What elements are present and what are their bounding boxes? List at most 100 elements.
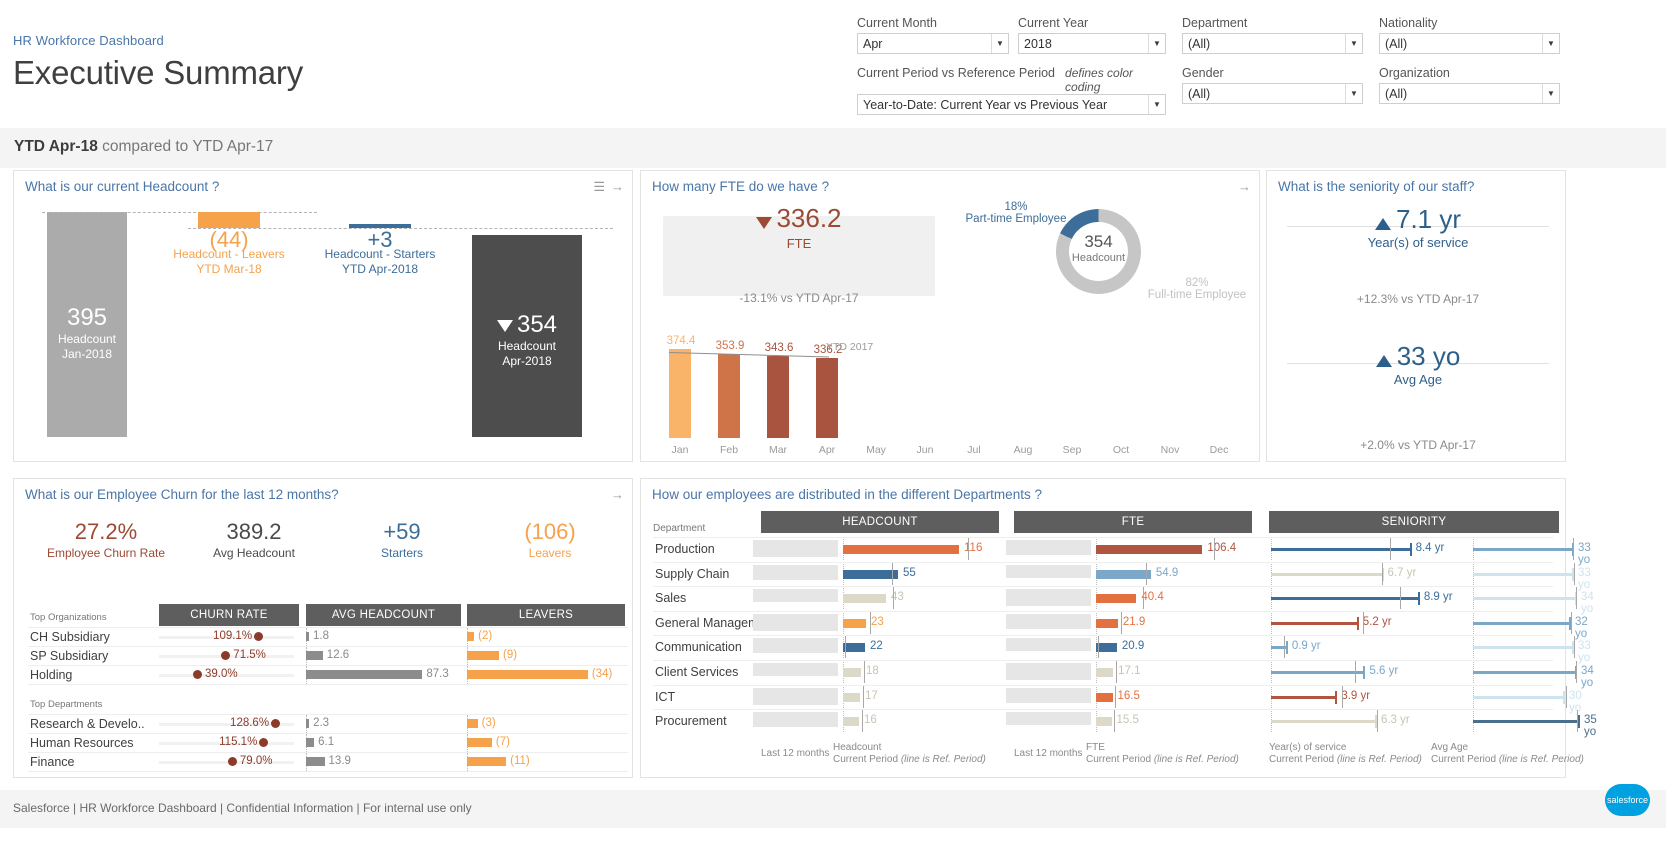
dept-fte-bar[interactable] <box>1096 693 1113 702</box>
dept-service-bar[interactable] <box>1271 720 1375 723</box>
churn-row-label[interactable]: Finance <box>30 755 74 769</box>
chevron-down-icon[interactable]: ▼ <box>1542 84 1559 103</box>
filter-current-month: Current Month Apr ▼ <box>857 16 1009 54</box>
churn-rate-dot[interactable] <box>228 757 237 766</box>
dept-fte-bar[interactable] <box>1096 594 1136 603</box>
dept-age-bar[interactable] <box>1473 696 1563 699</box>
dept-fte-bar[interactable] <box>1096 643 1117 652</box>
dept-column-header[interactable]: FTE <box>1014 511 1252 533</box>
arrow-right-icon[interactable]: → <box>611 487 624 502</box>
dept-row-label[interactable]: Sales <box>655 591 686 605</box>
dept-headcount-reference-tick <box>864 661 865 683</box>
dept-row-label[interactable]: ICT <box>655 690 675 704</box>
churn-column-header[interactable]: AVG HEADCOUNT <box>306 604 461 626</box>
arrow-right-icon[interactable]: → <box>1238 179 1251 194</box>
dept-headcount-bar[interactable] <box>843 668 861 677</box>
fte-month-bar[interactable] <box>718 354 740 438</box>
period-banner: YTD Apr-18 compared to YTD Apr-17 <box>0 128 1666 168</box>
churn-headcount-bar[interactable] <box>306 719 309 728</box>
dept-age-bar[interactable] <box>1473 622 1569 625</box>
churn-column-header[interactable]: CHURN RATE <box>159 604 299 626</box>
dept-row-label[interactable]: General Managem.. <box>655 616 765 630</box>
churn-rate-dot[interactable] <box>271 719 280 728</box>
dept-age-bar[interactable] <box>1473 720 1578 723</box>
dept-service-bar[interactable] <box>1271 548 1410 551</box>
dept-service-bar[interactable] <box>1271 573 1382 576</box>
dept-headcount-bar[interactable] <box>843 545 959 554</box>
chevron-down-icon[interactable]: ▼ <box>1542 34 1559 53</box>
dept-age-bar[interactable] <box>1473 646 1572 649</box>
churn-row-label[interactable]: Human Resources <box>30 736 134 750</box>
dept-age-bar[interactable] <box>1473 548 1572 551</box>
dept-fte-bar[interactable] <box>1096 668 1113 677</box>
churn-leavers-bar[interactable] <box>467 632 474 641</box>
donut-center: 354 Headcount <box>1069 232 1128 264</box>
chevron-down-icon[interactable]: ▼ <box>1148 95 1165 114</box>
dashboard-header: HR Workforce Dashboard Executive Summary… <box>0 0 1666 120</box>
churn-headcount-bar[interactable] <box>306 757 325 766</box>
churn-rate-dot[interactable] <box>193 670 202 679</box>
fte-month-bar[interactable] <box>767 356 789 438</box>
churn-headcount-bar[interactable] <box>306 738 314 747</box>
dept-row-label[interactable]: Communication <box>655 640 742 654</box>
dept-fte-bar[interactable] <box>1096 545 1202 554</box>
churn-row-label[interactable]: Research & Develo.. <box>30 717 145 731</box>
churn-headcount-bar[interactable] <box>306 651 323 660</box>
churn-headcount-bar[interactable] <box>306 632 309 641</box>
panel-departments: How our employees are distributed in the… <box>640 478 1566 778</box>
chevron-down-icon[interactable]: ▼ <box>1345 84 1362 103</box>
dept-row-label[interactable]: Production <box>655 542 715 556</box>
dropdown-current-year[interactable]: 2018 ▼ <box>1018 33 1166 54</box>
hamburger-icon[interactable]: ☰ <box>593 179 605 195</box>
dept-headcount-bar[interactable] <box>843 619 866 628</box>
dept-service-bar[interactable] <box>1271 622 1357 625</box>
dept-age-bar[interactable] <box>1473 597 1575 600</box>
dept-headcount-bar[interactable] <box>843 693 860 702</box>
filter-label-current-month: Current Month <box>857 16 1009 30</box>
dept-age-bar[interactable] <box>1473 671 1575 674</box>
dropdown-organization[interactable]: (All) ▼ <box>1379 83 1560 104</box>
churn-leavers-bar[interactable] <box>467 670 588 679</box>
dept-column-header[interactable]: HEADCOUNT <box>761 511 999 533</box>
dept-service-bar[interactable] <box>1271 696 1335 699</box>
dept-row-label[interactable]: Procurement <box>655 714 727 728</box>
churn-rate-dot[interactable] <box>254 632 263 641</box>
churn-leavers-bar[interactable] <box>467 738 492 747</box>
dept-column-header[interactable]: SENIORITY <box>1269 511 1559 533</box>
churn-row-label[interactable]: CH Subsidiary <box>30 630 110 644</box>
dept-headcount-bar[interactable] <box>843 717 859 726</box>
dept-fte-bar[interactable] <box>1096 717 1112 726</box>
dept-headcount-bar[interactable] <box>843 570 898 579</box>
churn-leavers-bar[interactable] <box>467 651 499 660</box>
dept-headcount-bar[interactable] <box>843 643 865 652</box>
dropdown-department[interactable]: (All) ▼ <box>1182 33 1363 54</box>
churn-row-label[interactable]: Holding <box>30 668 72 682</box>
dropdown-period-comparison[interactable]: Year-to-Date: Current Year vs Previous Y… <box>857 94 1166 115</box>
churn-rate-dot[interactable] <box>221 651 230 660</box>
arrow-right-icon[interactable]: → <box>611 179 624 194</box>
waterfall-bar-leavers[interactable] <box>198 212 260 228</box>
churn-leavers-bar[interactable] <box>467 719 478 728</box>
dept-service-bar[interactable] <box>1271 671 1363 674</box>
dept-headcount-bar[interactable] <box>843 594 886 603</box>
dept-row-label[interactable]: Client Services <box>655 665 738 679</box>
dept-age-bar[interactable] <box>1473 573 1572 576</box>
dropdown-gender[interactable]: (All) ▼ <box>1182 83 1363 104</box>
fte-month-bar[interactable] <box>816 358 838 438</box>
chevron-down-icon[interactable]: ▼ <box>1148 34 1165 53</box>
dropdown-nationality[interactable]: (All) ▼ <box>1379 33 1560 54</box>
fte-month-bar[interactable] <box>669 349 691 438</box>
dept-fte-bar[interactable] <box>1096 570 1151 579</box>
chevron-down-icon[interactable]: ▼ <box>991 34 1008 53</box>
dropdown-current-month[interactable]: Apr ▼ <box>857 33 1009 54</box>
churn-rate-dot[interactable] <box>259 738 268 747</box>
dept-service-bar[interactable] <box>1271 597 1418 600</box>
churn-leavers-bar[interactable] <box>467 757 506 766</box>
dept-fte-bar[interactable] <box>1096 619 1118 628</box>
churn-row-label[interactable]: SP Subsidiary <box>30 649 108 663</box>
dept-row-label[interactable]: Supply Chain <box>655 567 729 581</box>
churn-column-header[interactable]: LEAVERS <box>467 604 625 626</box>
churn-headcount-bar[interactable] <box>306 670 422 679</box>
fte-month-label: Jul <box>947 444 1001 456</box>
chevron-down-icon[interactable]: ▼ <box>1345 34 1362 53</box>
